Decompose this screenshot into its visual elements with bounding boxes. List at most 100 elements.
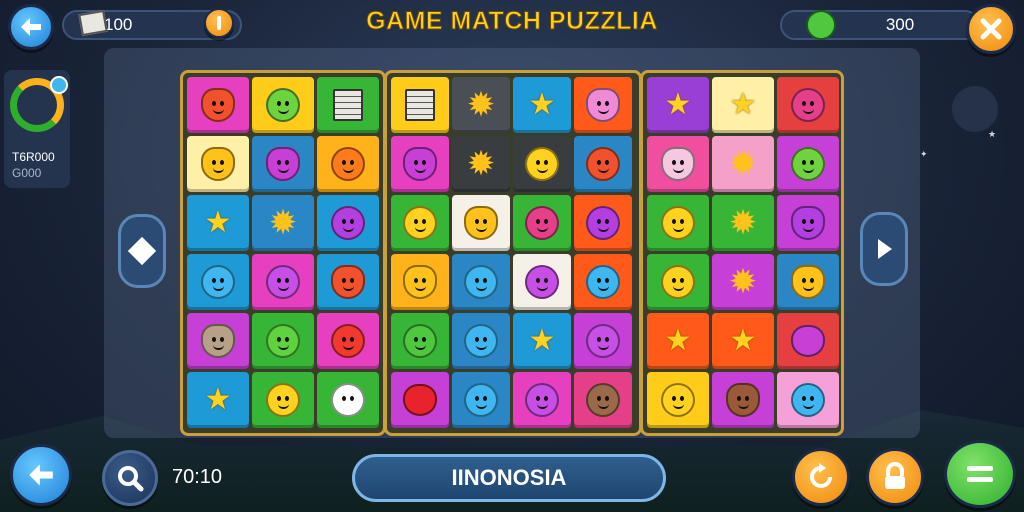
game-tile[interactable] — [777, 136, 839, 192]
game-tile[interactable] — [647, 372, 709, 428]
game-tile[interactable] — [391, 313, 449, 369]
game-tile[interactable] — [187, 77, 249, 133]
back-button[interactable] — [8, 4, 54, 50]
tile-grid-right: ★ ★ ✹ ✹ ✹ ★ ★ — [647, 77, 839, 428]
game-tile[interactable] — [391, 136, 449, 192]
smiley-face-icon — [464, 265, 498, 299]
smiley-face-icon — [266, 383, 300, 417]
game-tile[interactable] — [317, 372, 379, 428]
game-tile[interactable] — [777, 77, 839, 133]
game-tile[interactable]: ★ — [513, 77, 571, 133]
next-board-button[interactable] — [860, 212, 908, 286]
cat-face-icon — [201, 147, 235, 181]
game-tile[interactable] — [777, 313, 839, 369]
smiley-face-icon — [266, 324, 300, 358]
game-tile[interactable] — [452, 313, 510, 369]
game-tile[interactable] — [252, 313, 314, 369]
game-tile[interactable]: ✹ — [452, 136, 510, 192]
game-tile[interactable] — [391, 254, 449, 310]
game-tile[interactable] — [317, 77, 379, 133]
game-tile[interactable] — [317, 254, 379, 310]
game-tile[interactable] — [317, 136, 379, 192]
game-tile[interactable]: ✹ — [712, 136, 774, 192]
smiley-face-icon — [791, 383, 825, 417]
game-tile[interactable] — [452, 195, 510, 251]
game-tile[interactable] — [647, 195, 709, 251]
game-tile[interactable] — [317, 195, 379, 251]
lock-button[interactable] — [866, 448, 924, 506]
refresh-icon — [810, 463, 832, 488]
prev-board-button[interactable] — [118, 214, 166, 288]
game-tile[interactable] — [574, 136, 632, 192]
star-icon: ★ — [528, 87, 556, 122]
game-tile[interactable]: ★ — [187, 195, 249, 251]
game-tile[interactable] — [317, 313, 379, 369]
game-tile[interactable]: ✹ — [452, 77, 510, 133]
game-tile[interactable] — [777, 254, 839, 310]
game-tile[interactable] — [391, 195, 449, 251]
smiley-face-icon — [525, 206, 559, 240]
game-tile[interactable] — [187, 254, 249, 310]
score-line-2: G000 — [12, 166, 42, 180]
game-tile[interactable]: ★ — [712, 77, 774, 133]
cat-face-icon — [201, 88, 235, 122]
timer-text: 70:10 — [172, 466, 223, 488]
game-tile[interactable]: ★ — [712, 313, 774, 369]
smiley-face-icon — [331, 206, 365, 240]
close-button[interactable] — [966, 4, 1016, 54]
game-tile[interactable]: ★ — [647, 313, 709, 369]
game-tile[interactable] — [777, 195, 839, 251]
smiley-face-icon — [586, 206, 620, 240]
game-tile[interactable] — [513, 195, 571, 251]
level-name-button[interactable]: IINONOSIA — [352, 454, 666, 502]
refresh-button[interactable] — [792, 448, 850, 506]
cat-face-icon — [403, 265, 437, 299]
game-tile[interactable] — [647, 136, 709, 192]
game-tile[interactable] — [574, 77, 632, 133]
menu-button[interactable] — [944, 440, 1016, 508]
game-tile[interactable] — [252, 372, 314, 428]
game-tile[interactable] — [452, 372, 510, 428]
cat-face-icon — [266, 147, 300, 181]
diamond-icon — [127, 236, 157, 266]
game-tile[interactable] — [574, 254, 632, 310]
game-tile[interactable] — [574, 195, 632, 251]
game-tile[interactable] — [452, 254, 510, 310]
game-tile[interactable]: ✹ — [712, 254, 774, 310]
coin-icon — [217, 16, 221, 30]
game-tile[interactable] — [513, 136, 571, 192]
game-tile[interactable] — [391, 372, 449, 428]
game-tile[interactable]: ★ — [647, 77, 709, 133]
smiley-face-icon — [403, 324, 437, 358]
cat-face-icon — [791, 206, 825, 240]
bottom-back-button[interactable] — [10, 444, 72, 506]
game-tile[interactable] — [712, 372, 774, 428]
game-tile[interactable] — [777, 372, 839, 428]
smiley-face-icon — [586, 383, 620, 417]
smiley-face-icon — [464, 383, 498, 417]
sun-blob-icon: ✹ — [728, 262, 758, 302]
game-tile[interactable]: ✹ — [252, 195, 314, 251]
coin-button[interactable] — [204, 8, 234, 38]
game-tile[interactable] — [574, 372, 632, 428]
smiley-face-icon — [661, 383, 695, 417]
game-tile[interactable] — [252, 136, 314, 192]
game-tile[interactable] — [513, 372, 571, 428]
game-tile[interactable] — [391, 77, 449, 133]
game-tile[interactable]: ★ — [187, 372, 249, 428]
game-tile[interactable] — [574, 313, 632, 369]
cat-face-icon — [464, 206, 498, 240]
game-tile[interactable] — [187, 313, 249, 369]
game-tile[interactable]: ★ — [513, 313, 571, 369]
smiley-face-icon — [464, 324, 498, 358]
book-icon — [333, 89, 363, 121]
ring-badge-icon — [50, 76, 68, 94]
game-tile[interactable] — [252, 77, 314, 133]
game-tile[interactable] — [187, 136, 249, 192]
game-tile[interactable] — [513, 254, 571, 310]
game-tile[interactable] — [647, 254, 709, 310]
search-button[interactable] — [102, 450, 158, 506]
game-tile[interactable]: ✹ — [712, 195, 774, 251]
level-name-label: IINONOSIA — [451, 465, 567, 490]
game-tile[interactable] — [252, 254, 314, 310]
